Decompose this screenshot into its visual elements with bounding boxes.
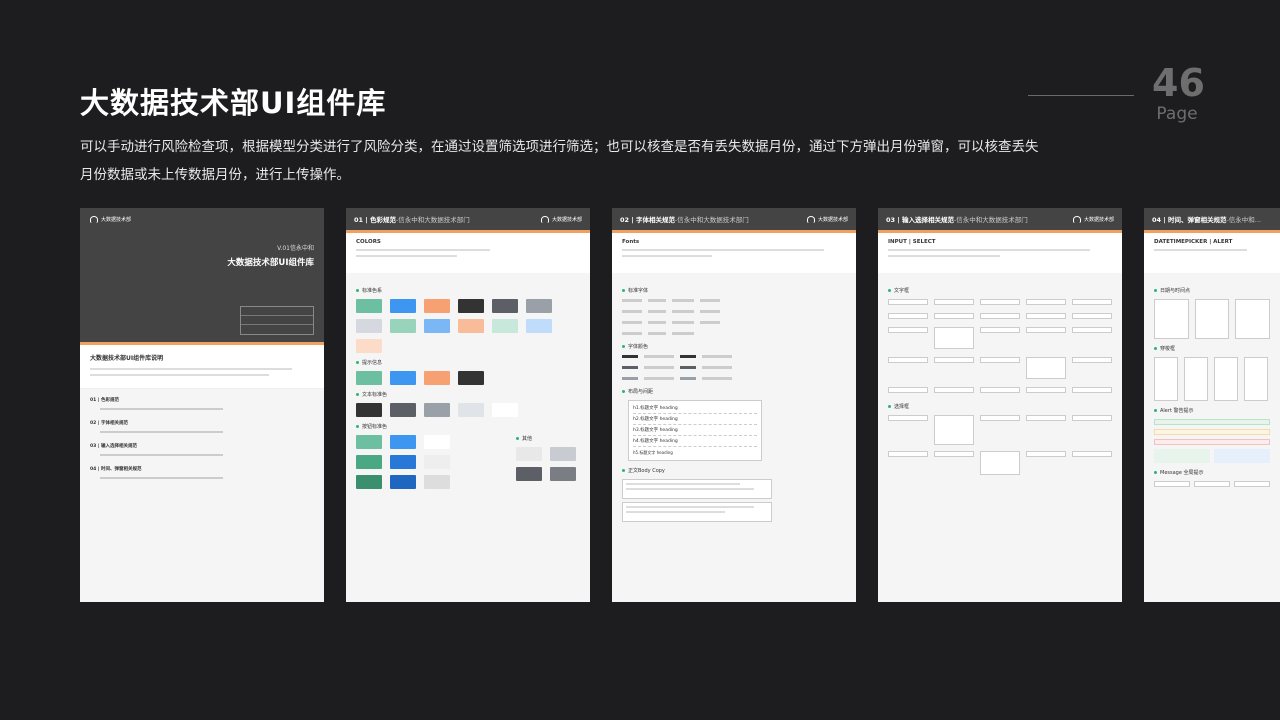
section-label: Message 全局提示	[1154, 469, 1270, 476]
cover-card[interactable]: 大数据技术部 V.01信永中和 大数据技术部UI组件库 大数据技术部UI组件库说…	[80, 208, 324, 602]
standard-swatches	[356, 299, 580, 353]
section-label: 字体颜色	[622, 343, 846, 350]
header-divider	[1028, 95, 1134, 96]
card-header: 03 | 输入选择相关规范-信永中和大数据技术部门 大数据技术部	[878, 208, 1122, 233]
section-label: 标准字体	[622, 287, 846, 294]
logo: 大数据技术部	[806, 215, 848, 223]
logo-icon	[806, 215, 815, 223]
page-description: 可以手动进行风险检查项，根据模型分类进行了风险分类，在通过设置筛选项进行筛选；也…	[80, 139, 1039, 183]
section-label: 选择框	[888, 403, 1112, 410]
toc-item[interactable]: 03 | 输入选择相关规范	[90, 443, 314, 456]
font-spec-card[interactable]: 02 | 字体相关规范-信永中和大数据技术部门 大数据技术部 Fonts 标准字…	[612, 208, 856, 602]
section-label: 文本标准色	[356, 391, 580, 398]
section-label: 布局与间距	[622, 388, 846, 395]
section-label: 穿梭框	[1154, 345, 1270, 352]
cover-header: 大数据技术部 V.01信永中和 大数据技术部UI组件库	[80, 208, 324, 345]
logo: 大数据技术部	[540, 215, 582, 223]
datetime-alert-card[interactable]: 04 | 时间、弹窗相关规范-信永中和... DATETIMEPICKER | …	[1144, 208, 1280, 602]
cover-version: V.01信永中和	[277, 245, 314, 252]
toc-item[interactable]: 01 | 色彩规范	[90, 397, 314, 410]
section-label: 正文Body Copy	[622, 467, 846, 474]
logo: 大数据技术部	[90, 216, 314, 223]
card-header: 02 | 字体相关规范-信永中和大数据技术部门 大数据技术部	[612, 208, 856, 233]
toc-item[interactable]: 04 | 时间、弹窗相关规范	[90, 466, 314, 479]
card-intro: COLORS	[346, 233, 590, 273]
logo-icon	[90, 216, 98, 223]
card-header: 01 | 色彩规范-信永中和大数据技术部门 大数据技术部	[346, 208, 590, 233]
cover-title: 大数据技术部UI组件库	[227, 258, 314, 268]
section-label: Alert 警告提示	[1154, 407, 1270, 414]
logo: 大数据技术部	[1072, 215, 1114, 223]
version-table	[240, 306, 314, 335]
card-intro: DATETIMEPICKER | ALERT	[1144, 233, 1280, 273]
page-number: 46	[1152, 61, 1205, 105]
card-intro: INPUT | SELECT	[878, 233, 1122, 273]
section-label: 提示信息	[356, 359, 580, 366]
color-spec-card[interactable]: 01 | 色彩规范-信永中和大数据技术部门 大数据技术部 COLORS 标准色系…	[346, 208, 590, 602]
logo-icon	[1072, 215, 1081, 223]
section-label: 文字框	[888, 287, 1112, 294]
page-title: 大数据技术部UI组件库	[80, 86, 387, 120]
section-label: 日期与时间点	[1154, 287, 1270, 294]
card-intro: Fonts	[612, 233, 856, 273]
logo-icon	[540, 215, 549, 223]
page-label: Page	[1156, 104, 1198, 124]
toc-item[interactable]: 02 | 字体相关规范	[90, 420, 314, 433]
section-label: 标准色系	[356, 287, 580, 294]
heading-samples: h1.标题文字 heading h2.标题文字 heading h3.标题文字 …	[628, 400, 762, 461]
section-label: 其他	[516, 435, 580, 442]
cover-intro: 大数据技术部UI组件库说明	[80, 345, 324, 389]
section-label: 按钮标准色	[356, 423, 580, 430]
table-of-contents: 01 | 色彩规范 02 | 字体相关规范 03 | 输入选择相关规范 04 |…	[80, 389, 324, 497]
input-spec-card[interactable]: 03 | 输入选择相关规范-信永中和大数据技术部门 大数据技术部 INPUT |…	[878, 208, 1122, 602]
card-header: 04 | 时间、弹窗相关规范-信永中和...	[1144, 208, 1280, 233]
